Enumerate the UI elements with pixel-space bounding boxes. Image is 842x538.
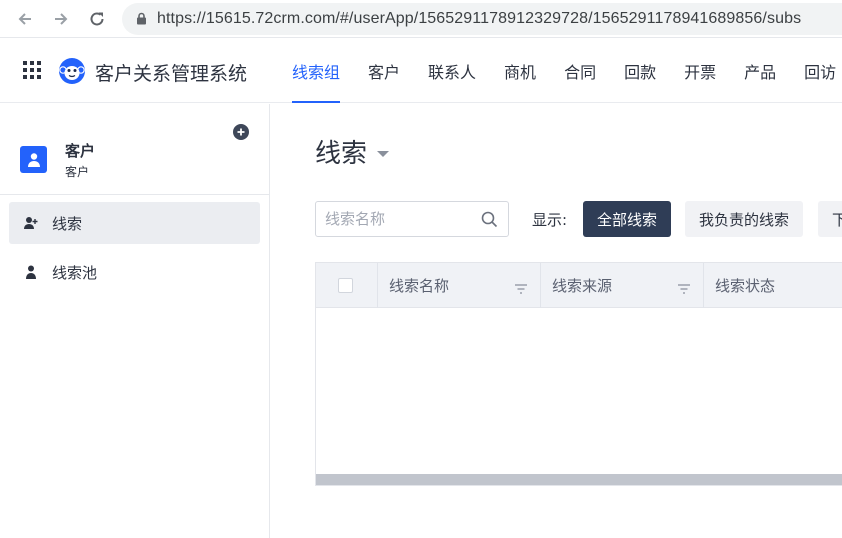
table-header: 线索名称 线索来源 线索状态 — [316, 263, 842, 308]
column-title: 线索状态 — [715, 277, 776, 295]
address-bar[interactable]: https://15615.72crm.com/#/userApp/156529… — [122, 3, 842, 35]
column-title: 线索名称 — [389, 277, 450, 295]
apps-grid-icon[interactable] — [22, 60, 42, 80]
url-text: https://15615.72crm.com/#/userApp/156529… — [157, 10, 802, 27]
user-add-icon — [23, 215, 39, 231]
column-header-clue-status: 线索状态 — [704, 263, 842, 308]
column-header-clue-source: 线索来源 — [541, 263, 704, 308]
filter-all-clues-button[interactable]: 全部线索 — [583, 201, 672, 237]
sidebar-header: 客户 客户 — [0, 104, 269, 195]
page-title-text: 线索 — [315, 139, 368, 169]
person-icon — [23, 264, 39, 280]
nav-tab-clue-group[interactable]: 线索组 — [278, 39, 354, 103]
nav-tab-invoice[interactable]: 开票 — [670, 39, 730, 103]
horizontal-scrollbar[interactable] — [316, 474, 842, 485]
filter-icon[interactable] — [514, 280, 528, 294]
column-header-clue-name: 线索名称 — [378, 263, 541, 308]
filter-my-clues-button[interactable]: 我负责的线索 — [685, 201, 804, 237]
customer-avatar-icon — [20, 146, 47, 173]
back-icon[interactable] — [14, 8, 36, 30]
sidebar: 客户 客户 线索 线索池 — [0, 104, 270, 538]
app-header: 客户关系管理系统 线索组 客户 联系人 商机 合同 回款 开票 产品 回访 — [0, 39, 842, 103]
column-title: 线索来源 — [552, 277, 613, 295]
browser-toolbar: https://15615.72crm.com/#/userApp/156529… — [0, 0, 842, 38]
top-nav: 线索组 客户 联系人 商机 合同 回款 开票 产品 回访 — [278, 39, 842, 103]
select-all-checkbox[interactable] — [338, 278, 353, 293]
filter-icon[interactable] — [677, 280, 691, 294]
sidebar-subtitle: 客户 — [65, 165, 90, 179]
caret-down-icon[interactable] — [377, 150, 390, 157]
nav-tab-contacts[interactable]: 联系人 — [414, 39, 490, 103]
monkey-logo-icon — [58, 57, 86, 85]
filter-more-button[interactable]: 下 — [818, 201, 842, 237]
show-label: 显示: — [532, 211, 568, 229]
forward-icon[interactable] — [50, 8, 72, 30]
search-box — [315, 201, 509, 237]
header-select-cell — [316, 263, 378, 308]
clues-table: 线索名称 线索来源 线索状态 — [315, 262, 842, 486]
lock-icon — [136, 10, 147, 29]
sidebar-item-label: 线索池 — [52, 263, 98, 282]
sidebar-item-clue-pool[interactable]: 线索池 — [9, 251, 260, 293]
nav-tab-visit[interactable]: 回访 — [790, 39, 842, 103]
sidebar-item-label: 线索 — [52, 214, 83, 233]
nav-tab-product[interactable]: 产品 — [730, 39, 790, 103]
nav-tab-contract[interactable]: 合同 — [550, 39, 610, 103]
nav-tab-opportunity[interactable]: 商机 — [490, 39, 550, 103]
system-title: 客户关系管理系统 — [95, 63, 248, 85]
add-icon[interactable] — [233, 124, 249, 140]
nav-tab-customer[interactable]: 客户 — [354, 39, 414, 103]
search-icon[interactable] — [481, 211, 498, 228]
reload-icon[interactable] — [86, 8, 108, 30]
nav-tab-payment[interactable]: 回款 — [610, 39, 670, 103]
page-title[interactable]: 线索 — [315, 133, 390, 170]
sidebar-item-clues[interactable]: 线索 — [9, 202, 260, 244]
search-input[interactable] — [325, 208, 475, 230]
sidebar-title: 客户 — [65, 142, 96, 160]
